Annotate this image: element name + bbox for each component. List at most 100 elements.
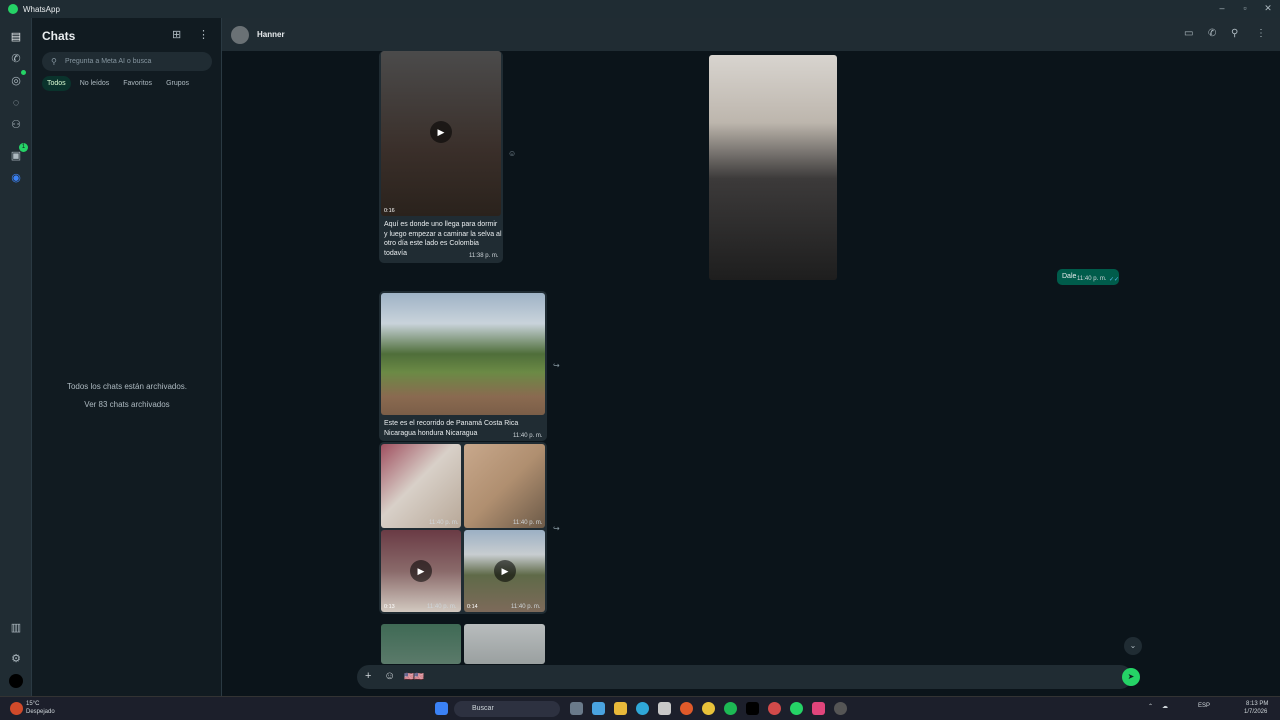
tiktok-icon[interactable]: [746, 702, 759, 715]
album-item[interactable]: [464, 624, 545, 664]
search-placeholder: Pregunta a Meta AI o busca: [65, 58, 152, 65]
voice-call-icon[interactable]: ✆: [1208, 28, 1216, 39]
message-time: 11:40 p. m.: [1077, 276, 1107, 282]
contact-avatar[interactable]: [231, 26, 249, 44]
status-dot: [21, 70, 26, 75]
archived-link[interactable]: Ver 83 chats archivados: [32, 400, 222, 409]
menu-icon[interactable]: ⋮: [198, 28, 209, 41]
communities-icon[interactable]: ⚇: [9, 118, 23, 132]
title-bar: WhatsApp – ▫ ✕: [0, 0, 1280, 18]
attach-icon[interactable]: +: [365, 670, 371, 682]
firefox-icon[interactable]: [680, 702, 693, 715]
whatsapp-logo-icon: [8, 4, 18, 14]
close-button[interactable]: ✕: [1256, 0, 1280, 18]
emoji-react-icon[interactable]: ☺: [508, 149, 516, 158]
message-outgoing[interactable]: Dale 11:40 p. m. ✓✓: [1057, 269, 1119, 285]
search-chat-icon[interactable]: ⚲: [1231, 28, 1238, 39]
new-chat-icon[interactable]: ⊞: [172, 28, 181, 41]
task-view-icon[interactable]: [570, 702, 583, 715]
album-item-time: 11:40 p. m.: [427, 604, 457, 610]
message-text: Dale: [1062, 273, 1077, 280]
chat-menu-icon[interactable]: ⋮: [1256, 28, 1266, 39]
album-item[interactable]: ▶ 0:14 11:40 p. m.: [464, 530, 545, 612]
message-time: 11:38 p. m.: [469, 253, 499, 259]
weather-icon: [10, 702, 23, 715]
search-icon: ⚲: [51, 57, 57, 66]
album-item[interactable]: [381, 624, 461, 664]
forward-icon[interactable]: ↪: [553, 361, 560, 370]
play-icon[interactable]: ▶: [430, 121, 452, 143]
sidebar-title: Chats: [42, 29, 76, 43]
composer-input[interactable]: 🇺🇸🇺🇸: [404, 672, 424, 682]
filter-favorites[interactable]: Favoritos: [118, 76, 157, 91]
meta-ai-icon[interactable]: ◉: [9, 171, 23, 185]
message-photo[interactable]: Este es el recorrido de Panamá Costa Ric…: [379, 291, 547, 441]
play-icon[interactable]: ▶: [410, 560, 432, 582]
cloud-icon[interactable]: ☁: [1162, 703, 1168, 710]
scroll-down-button[interactable]: ⌄: [1124, 637, 1142, 655]
taskbar-search[interactable]: Buscar: [454, 701, 560, 717]
play-icon[interactable]: ▶: [494, 560, 516, 582]
photo-outgoing[interactable]: [709, 55, 837, 280]
forward-icon[interactable]: ↪: [553, 524, 560, 533]
video-duration: 0:14: [467, 604, 478, 610]
video-thumbnail[interactable]: ▶ 0:16: [381, 51, 501, 216]
taskbar: 15°C Despejado Buscar ⌃ ☁ ESP 8:13 PM 1/…: [0, 696, 1280, 720]
filter-all[interactable]: Todos: [42, 76, 71, 91]
spotify-icon[interactable]: [724, 702, 737, 715]
media-icon[interactable]: ▥: [9, 621, 23, 635]
calls-icon[interactable]: ✆: [9, 52, 23, 66]
album-item[interactable]: 11:40 p. m.: [381, 444, 461, 528]
tray-chevron-icon[interactable]: ⌃: [1148, 703, 1153, 710]
chats-icon[interactable]: ▤: [9, 30, 23, 44]
tiktok-alt-icon[interactable]: [812, 702, 825, 715]
channels-icon[interactable]: ◌: [9, 96, 23, 110]
message-composer[interactable]: + ☺ 🇺🇸🇺🇸: [357, 665, 1132, 689]
message-video[interactable]: ▶ 0:16 Aquí es donde uno llega para dorm…: [379, 51, 503, 263]
copilot-icon[interactable]: [592, 702, 605, 715]
read-ticks-icon: ✓✓: [1109, 277, 1120, 283]
contact-name[interactable]: Hanner: [257, 30, 285, 39]
conversation-panel: Hanner ▭ ✆ ⚲ ⋮ ▶ 0:16 Aquí es donde uno …: [222, 18, 1280, 696]
album-item-time: 11:40 p. m.: [429, 520, 459, 526]
filter-groups[interactable]: Grupos: [161, 76, 194, 91]
nav-rail: ▤ ✆ ◎ ◌ ⚇ ▣ 1 ◉ ▥ ⚙: [0, 18, 32, 696]
status-icon[interactable]: ◎: [9, 74, 23, 88]
search-input[interactable]: ⚲ Pregunta a Meta AI o busca: [42, 52, 212, 71]
archived-text: Todos los chats están archivados.: [66, 382, 188, 391]
message-time: 11:40 p. m.: [513, 433, 543, 439]
weather-temp: 15°C: [26, 701, 40, 707]
start-icon[interactable]: [435, 702, 448, 715]
message-album[interactable]: 11:40 p. m. 11:40 p. m. ▶ 0:13 11:40 p. …: [379, 442, 547, 614]
album-item[interactable]: ▶ 0:13 11:40 p. m.: [381, 530, 461, 612]
language-indicator[interactable]: ESP: [1198, 703, 1210, 709]
taskbar-search-label: Buscar: [472, 705, 494, 712]
send-button[interactable]: ➤: [1122, 668, 1140, 686]
app-title: WhatsApp: [23, 4, 60, 14]
sticker-icon[interactable]: ☺: [384, 670, 395, 682]
weather-desc: Despejado: [26, 709, 55, 715]
video-call-icon[interactable]: ▭: [1184, 28, 1193, 39]
store-icon[interactable]: [658, 702, 671, 715]
media-player-icon[interactable]: [834, 702, 847, 715]
clock-time[interactable]: 8:13 PM: [1246, 701, 1268, 707]
album-item-time: 11:40 p. m.: [511, 604, 541, 610]
video-duration: 0:13: [384, 604, 395, 610]
clock-date[interactable]: 1/7/2026: [1244, 709, 1267, 715]
edge-icon[interactable]: [636, 702, 649, 715]
photo-thumbnail[interactable]: [381, 293, 545, 415]
video-duration: 0:16: [384, 208, 395, 214]
chrome-icon[interactable]: [702, 702, 715, 715]
filter-unread[interactable]: No leídos: [75, 76, 115, 91]
maximize-button[interactable]: ▫: [1233, 0, 1257, 18]
album-item[interactable]: 11:40 p. m.: [464, 444, 545, 528]
filter-chips: Todos No leídos Favoritos Grupos: [42, 76, 194, 91]
whatsapp-taskbar-icon[interactable]: [790, 702, 803, 715]
profile-avatar[interactable]: [9, 674, 23, 688]
album-item-time: 11:40 p. m.: [513, 520, 543, 526]
file-explorer-icon[interactable]: [614, 702, 627, 715]
chrome-profile-icon[interactable]: [768, 702, 781, 715]
chat-header: Hanner ▭ ✆ ⚲ ⋮: [222, 18, 1280, 51]
settings-icon[interactable]: ⚙: [9, 652, 23, 666]
minimize-button[interactable]: –: [1210, 0, 1234, 18]
